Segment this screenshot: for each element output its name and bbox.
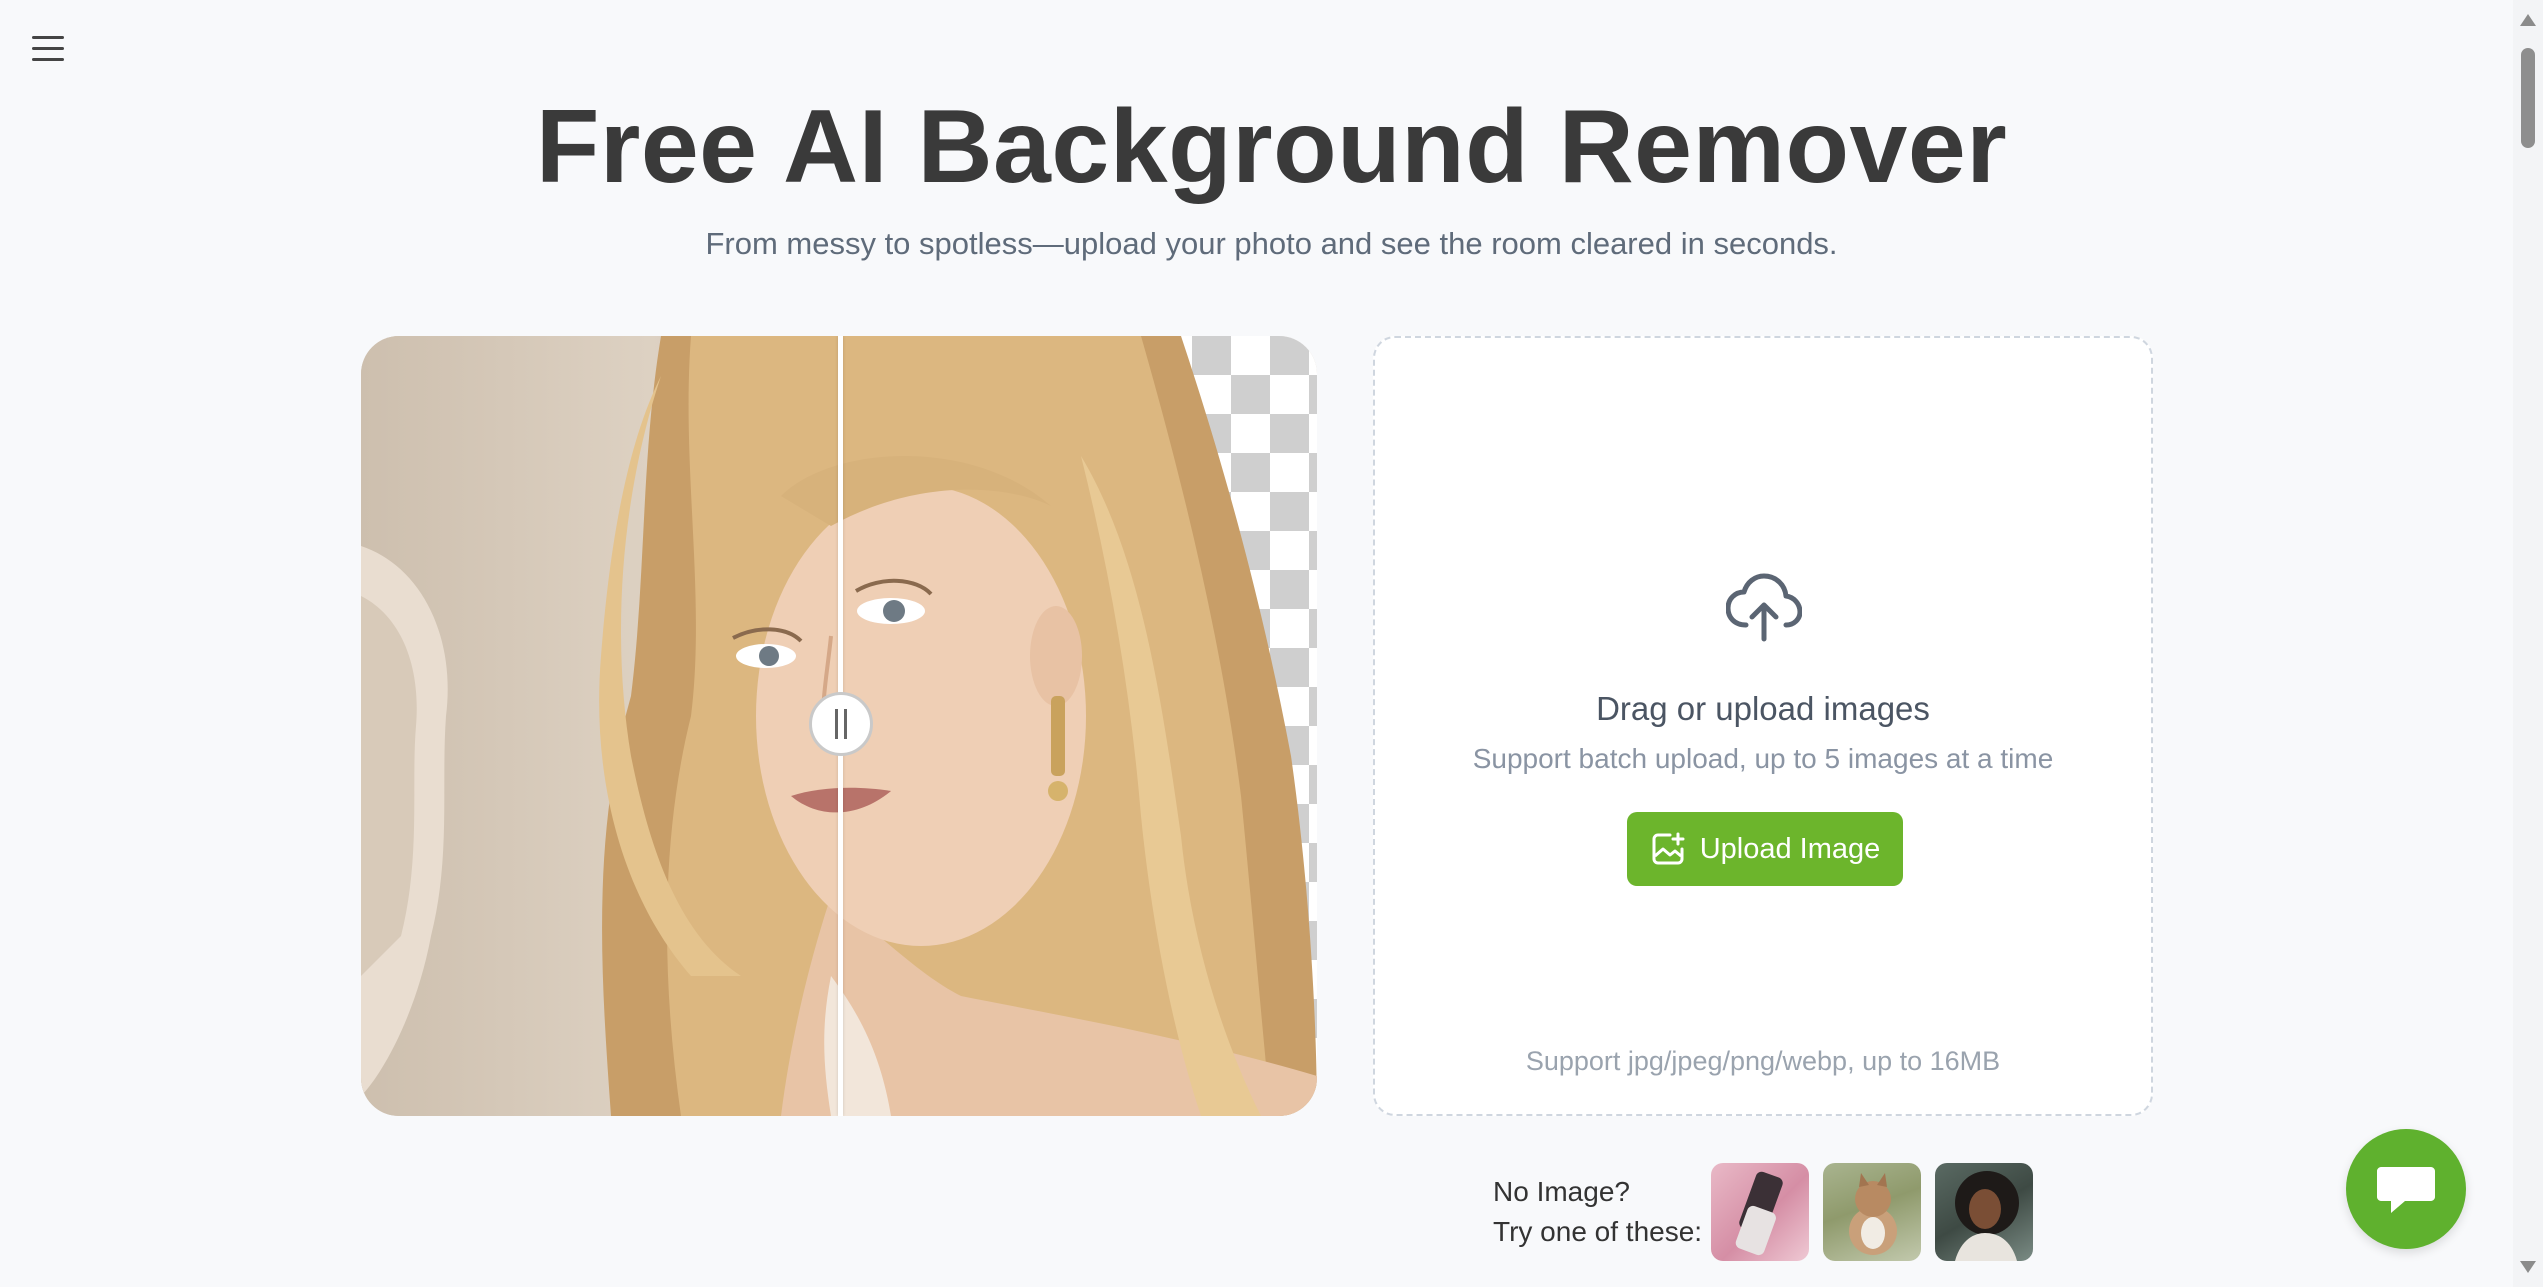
hamburger-menu-icon[interactable] [26,26,70,70]
page-title: Free AI Background Remover [535,89,2008,205]
sample-label-line1: No Image? [1493,1176,1630,1207]
menu-line [32,57,64,61]
sample-image-cat[interactable] [1823,1163,1921,1261]
scroll-down-arrow-icon[interactable] [2520,1261,2536,1273]
scroll-up-arrow-icon[interactable] [2520,14,2536,26]
upload-subtitle: Support batch upload, up to 5 images at … [1472,743,2054,774]
menu-line [32,46,64,50]
cloud-upload-icon [1726,573,1802,642]
page-scrollbar[interactable] [2513,0,2543,1287]
add-image-icon [1652,832,1685,865]
comparison-slider-handle[interactable] [809,692,873,756]
chat-support-button[interactable] [2346,1129,2466,1249]
scrollbar-thumb[interactable] [2521,48,2535,148]
upload-image-button[interactable]: Upload Image [1627,812,1903,886]
sample-portrait-thumbnail [1955,1171,2019,1261]
before-after-comparison[interactable] [361,336,1317,1116]
upload-button-label: Upload Image [1699,832,1881,865]
sample-cosmetic-thumbnail [1735,1171,1783,1256]
sample-cat-thumbnail [1849,1173,1897,1255]
sample-image-portrait[interactable] [1935,1163,2033,1261]
chat-bubble-icon [2377,1167,2435,1213]
sample-image-cosmetic[interactable] [1711,1163,1809,1261]
upload-format-note: Support jpg/jpeg/png/webp, up to 16MB [1525,1046,2001,1076]
sample-images-label: No Image? Try one of these: [1493,1172,1702,1252]
menu-line [32,35,64,39]
upload-title: Drag or upload images [1596,690,1930,727]
sample-label-line2: Try one of these: [1493,1216,1703,1247]
page-subtitle: From messy to spotless—upload your photo… [705,226,1838,261]
upload-dropzone[interactable]: Drag or upload images Support batch uplo… [1373,336,2153,1116]
